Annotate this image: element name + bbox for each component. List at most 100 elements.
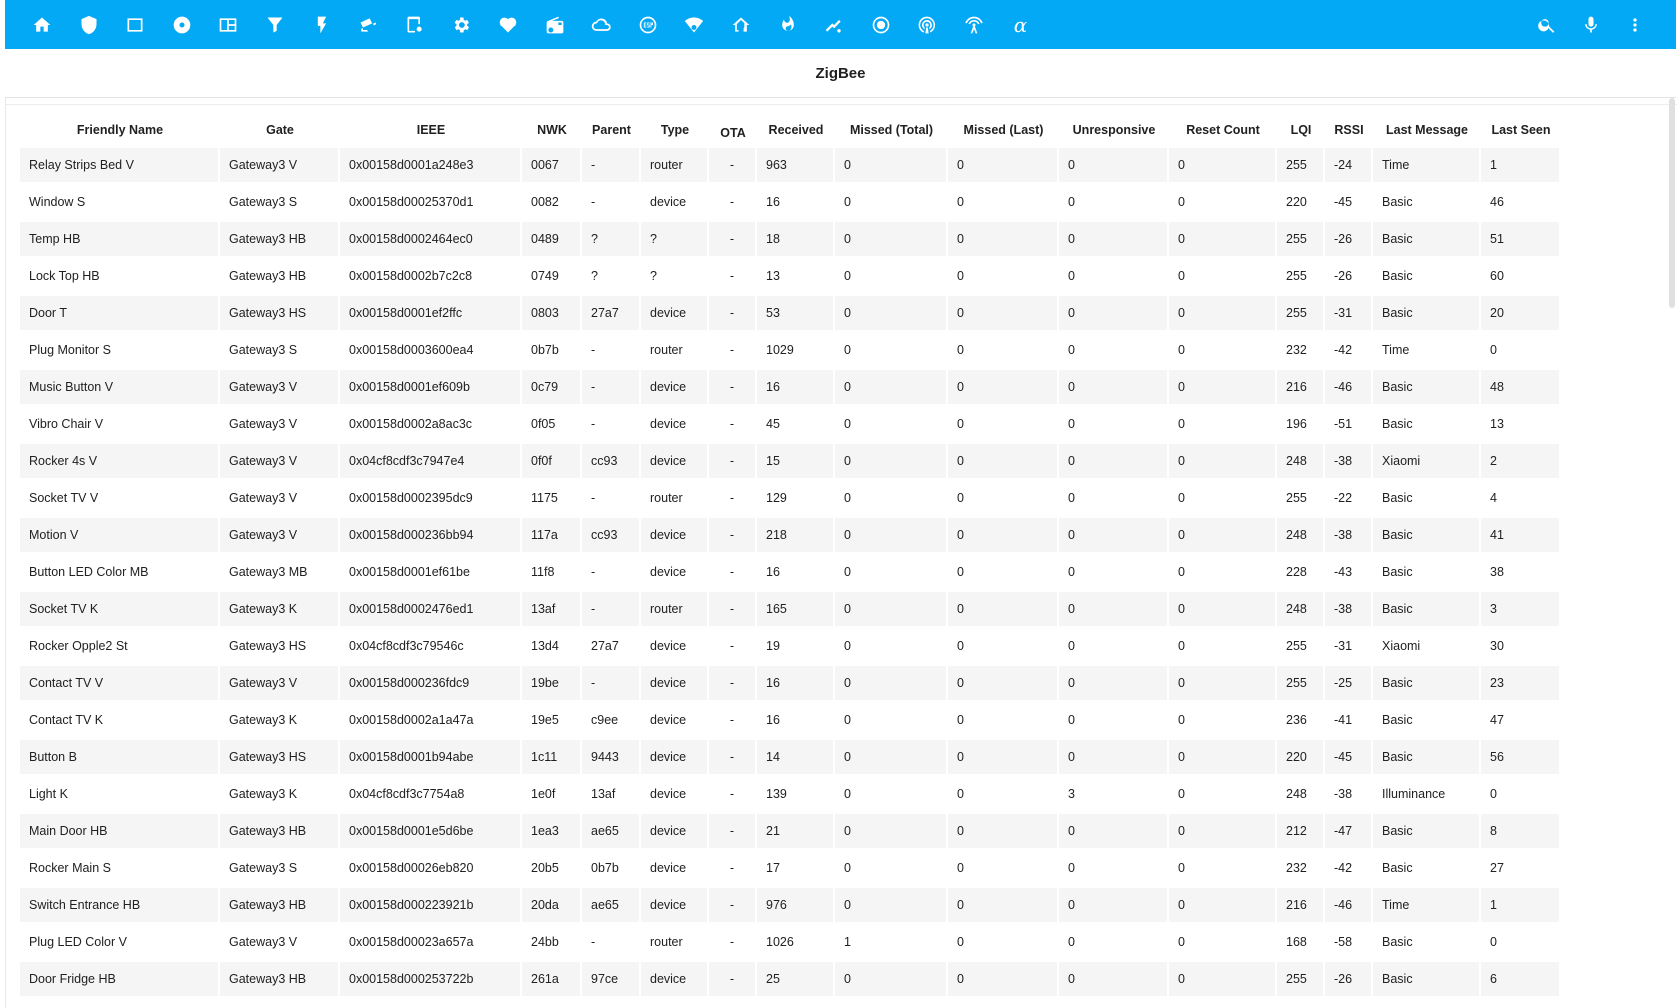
table-cell: 1 (835, 925, 948, 962)
panel-icon[interactable] (217, 14, 239, 36)
table-row[interactable]: Rocker Main S Gateway3 S 0x00158d00026eb82… (20, 851, 1561, 888)
table-row[interactable]: Plug LED Color V Gateway3 V 0x00158d00023a… (20, 925, 1561, 962)
table-cell: 0x00158d000223921b (340, 888, 522, 925)
table-row[interactable]: Motion V Gateway3 V 0x00158d000236bb94 117a… (20, 518, 1561, 555)
table-cell: 0b7b (582, 851, 641, 888)
table-cell: 129 (757, 481, 835, 518)
esp-chip-icon[interactable] (637, 14, 659, 36)
table-cell: 46 (1481, 185, 1561, 222)
table-row[interactable]: Light K Gateway3 K 0x04cf8cdf3c7754a8 1e0f 1… (20, 777, 1561, 814)
table-row[interactable]: Music Button V Gateway3 V 0x00158d0001ef60… (20, 370, 1561, 407)
alpha-icon[interactable]: α (1009, 14, 1031, 36)
tablet-cog-icon[interactable] (404, 14, 426, 36)
table-cell: 0 (1059, 925, 1169, 962)
table-row[interactable]: Door Fridge HB Gateway3 HB 0x00158d0002537… (20, 962, 1561, 999)
table-row[interactable]: Relay Strips Bed V Gateway3 V 0x00158d0001… (20, 148, 1561, 185)
filter-icon[interactable] (264, 14, 286, 36)
column-header[interactable]: Missed (Total) (835, 112, 948, 148)
home-icon[interactable] (31, 14, 53, 36)
table-row[interactable]: Rocker 4s V Gateway3 V 0x04cf8cdf3c7947e4 0… (20, 444, 1561, 481)
table-cell: 0 (835, 481, 948, 518)
column-header[interactable]: Received (757, 112, 835, 148)
table-cell: 0 (1059, 666, 1169, 703)
heart-pulse-icon[interactable] (497, 14, 519, 36)
cloud-icon[interactable] (590, 14, 612, 36)
table-cell: 0 (948, 259, 1059, 296)
vertical-scrollbar[interactable] (1669, 98, 1675, 308)
wifi-cog-icon[interactable] (683, 14, 705, 36)
podcast-icon[interactable] (916, 14, 938, 36)
column-header[interactable]: Parent (582, 112, 641, 148)
gear-icon[interactable] (450, 14, 472, 36)
shield-icon[interactable] (78, 14, 100, 36)
table-row[interactable]: Contact TV K Gateway3 K 0x00158d0002a1a47a… (20, 703, 1561, 740)
table-cell: 0 (835, 370, 948, 407)
tablet-cog-icon-shape (407, 16, 422, 32)
table-row[interactable]: Socket TV K Gateway3 K 0x00158d0002476ed1 1… (20, 592, 1561, 629)
column-header[interactable]: RSSI (1325, 112, 1373, 148)
table-cell: Gateway3 HS (220, 740, 340, 777)
column-header[interactable]: Last Message (1373, 112, 1481, 148)
column-header[interactable]: Missed (Last) (948, 112, 1059, 148)
table-row[interactable]: Temp HB Gateway3 HB 0x00158d0002464ec0 0489… (20, 222, 1561, 259)
table-row[interactable]: Plug Monitor S Gateway3 S 0x00158d0003600e… (20, 333, 1561, 370)
table-row[interactable]: Vibro Chair V Gateway3 V 0x00158d0002a8ac3… (20, 407, 1561, 444)
dots-vertical-icon[interactable] (1624, 14, 1646, 36)
search-icon[interactable] (1536, 14, 1558, 36)
disc-icon[interactable] (171, 14, 193, 36)
table-cell: device (641, 185, 709, 222)
record-icon[interactable] (870, 14, 892, 36)
table-row[interactable]: Window S Gateway3 S 0x00158d00025370d1 0082… (20, 185, 1561, 222)
microphone-icon[interactable] (1580, 14, 1602, 36)
square-icon[interactable] (124, 14, 146, 36)
table-row[interactable]: Button LED Color MB Gateway3 MB 0x00158d00… (20, 555, 1561, 592)
table-row[interactable]: Switch Entrance HB Gateway3 HB 0x00158d000… (20, 888, 1561, 925)
column-header[interactable]: LQI (1277, 112, 1325, 148)
column-header[interactable]: Unresponsive (1059, 112, 1169, 148)
table-cell: 41 (1481, 518, 1561, 555)
table-header-row: Friendly Name Gate IEEE NWK Parent Type OTA Rec… (20, 112, 1561, 148)
table-cell: Illuminance (1373, 777, 1481, 814)
table-cell: Music Button V (20, 370, 220, 407)
table-cell: 0 (835, 296, 948, 333)
table-row[interactable]: Contact TV V Gateway3 V 0x00158d000236fdc9… (20, 666, 1561, 703)
table-cell: - (709, 296, 757, 333)
table-cell: 216 (1277, 888, 1325, 925)
table-cell: Contact TV V (20, 666, 220, 703)
zigbee-device-table: Friendly Name Gate IEEE NWK Parent Type OTA Rec… (20, 112, 1561, 999)
table-row[interactable]: Door T Gateway3 HS 0x00158d0001ef2ffc 0803 2… (20, 296, 1561, 333)
column-header[interactable]: Friendly Name (20, 112, 220, 148)
table-cell: 0 (835, 148, 948, 185)
column-header[interactable]: IEEE (340, 112, 522, 148)
table-cell: 8 (1481, 814, 1561, 851)
cctv-icon[interactable] (357, 14, 379, 36)
table-cell: 0 (835, 814, 948, 851)
table-cell: 0 (835, 407, 948, 444)
column-header[interactable]: Reset Count (1169, 112, 1277, 148)
table-row[interactable]: Socket TV V Gateway3 V 0x00158d0002395dc9 1… (20, 481, 1561, 518)
table-row[interactable]: Rocker Opple2 St Gateway3 HS 0x04cf8cdf3c7… (20, 629, 1561, 666)
column-header[interactable]: Gate (220, 112, 340, 148)
column-header[interactable]: OTA (709, 112, 757, 148)
table-cell: 23 (1481, 666, 1561, 703)
column-header[interactable]: Last Seen (1481, 112, 1561, 148)
table-cell: - (709, 666, 757, 703)
column-header[interactable]: Type (641, 112, 709, 148)
table-cell: 255 (1277, 962, 1325, 999)
home-thermometer-icon[interactable] (730, 14, 752, 36)
sensor-icon[interactable] (823, 14, 845, 36)
column-header[interactable]: NWK (522, 112, 582, 148)
gear-icon-shape (455, 17, 470, 32)
table-cell: - (709, 481, 757, 518)
table-cell: -38 (1325, 777, 1373, 814)
shield-icon-shape (81, 15, 97, 34)
table-row[interactable]: Main Door HB Gateway3 HB 0x00158d0001e5d6b… (20, 814, 1561, 851)
fire-icon[interactable] (777, 14, 799, 36)
table-cell: 0x00158d000236fdc9 (340, 666, 522, 703)
table-row[interactable]: Button B Gateway3 HS 0x00158d0001b94abe 1c1… (20, 740, 1561, 777)
radio-icon[interactable] (544, 14, 566, 36)
table-row[interactable]: Lock Top HB Gateway3 HB 0x00158d0002b7c2c8… (20, 259, 1561, 296)
flash-icon[interactable] (311, 14, 333, 36)
antenna-icon[interactable] (963, 14, 985, 36)
table-cell: - (582, 555, 641, 592)
